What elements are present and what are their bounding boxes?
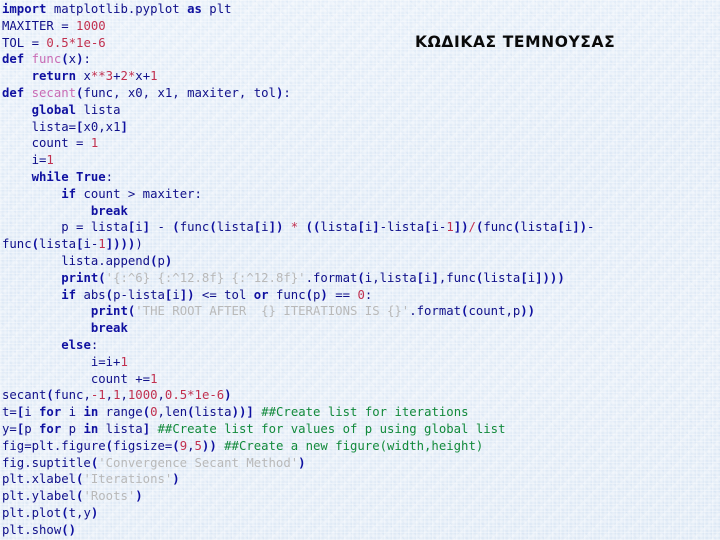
code-line: count +=1: [2, 371, 158, 386]
code-line: plt.show(): [2, 522, 77, 537]
code-line: if abs(p-lista[i]) <= tol or func(p) == …: [61, 287, 373, 302]
code-line: lista.append(p): [2, 253, 173, 268]
code-line: count = 1: [2, 136, 99, 151]
code-line: fig=plt.figure(figsize=(9,5)) ##Create a…: [2, 438, 484, 453]
code-line: plt.plot(t,y): [2, 505, 99, 520]
code-line: plt.ylabel('Roots'): [2, 489, 143, 504]
code-line: fig.suptitle('Convergence Secant Method'…: [2, 455, 306, 470]
code-line: lista=[x0,x1]: [2, 119, 128, 134]
code-line: while True:: [31, 169, 114, 184]
code-line: break: [90, 203, 128, 218]
code-line: else:: [61, 337, 99, 352]
slide-canvas: import matplotlib.pyplot as plt MAXITER …: [0, 0, 720, 540]
code-line: global lista: [31, 102, 121, 117]
code-line: i=i+1: [2, 354, 128, 369]
code-line: p = lista[i] - (func(lista[i]) * ((lista…: [2, 220, 595, 235]
code-line: if count > maxiter:: [61, 186, 202, 201]
code-line: y=[p for p in lista] ##Create list for v…: [2, 421, 506, 436]
code-line: print('THE ROOT AFTER {} ITERATIONS IS {…: [90, 304, 536, 319]
code-line: import matplotlib.pyplot as plt: [2, 2, 232, 16]
code-line: i=1: [2, 153, 54, 168]
code-line: print('{:^6} {:^12.8f} {:^12.8f}'.format…: [61, 270, 565, 285]
code-line: return x**3+2*x+1: [31, 69, 158, 84]
slide-heading: ΚΩΔΙΚΑΣ ΤΕΜΝΟΥΣΑΣ: [415, 33, 616, 51]
code-line: func(lista[i-1])))): [2, 237, 143, 252]
code-line: break: [90, 321, 128, 336]
code-line: t=[i for i in range(0,len(lista))] ##Cre…: [2, 405, 469, 420]
code-line: plt.xlabel('Iterations'): [2, 472, 180, 487]
code-line: def secant(func, x0, x1, maxiter, tol):: [2, 85, 291, 100]
code-line: def func(x):: [2, 52, 91, 67]
code-line: secant(func,-1,1,1000,0.5*1e-6): [2, 388, 232, 403]
python-code-listing: import matplotlib.pyplot as plt MAXITER …: [2, 1, 718, 539]
